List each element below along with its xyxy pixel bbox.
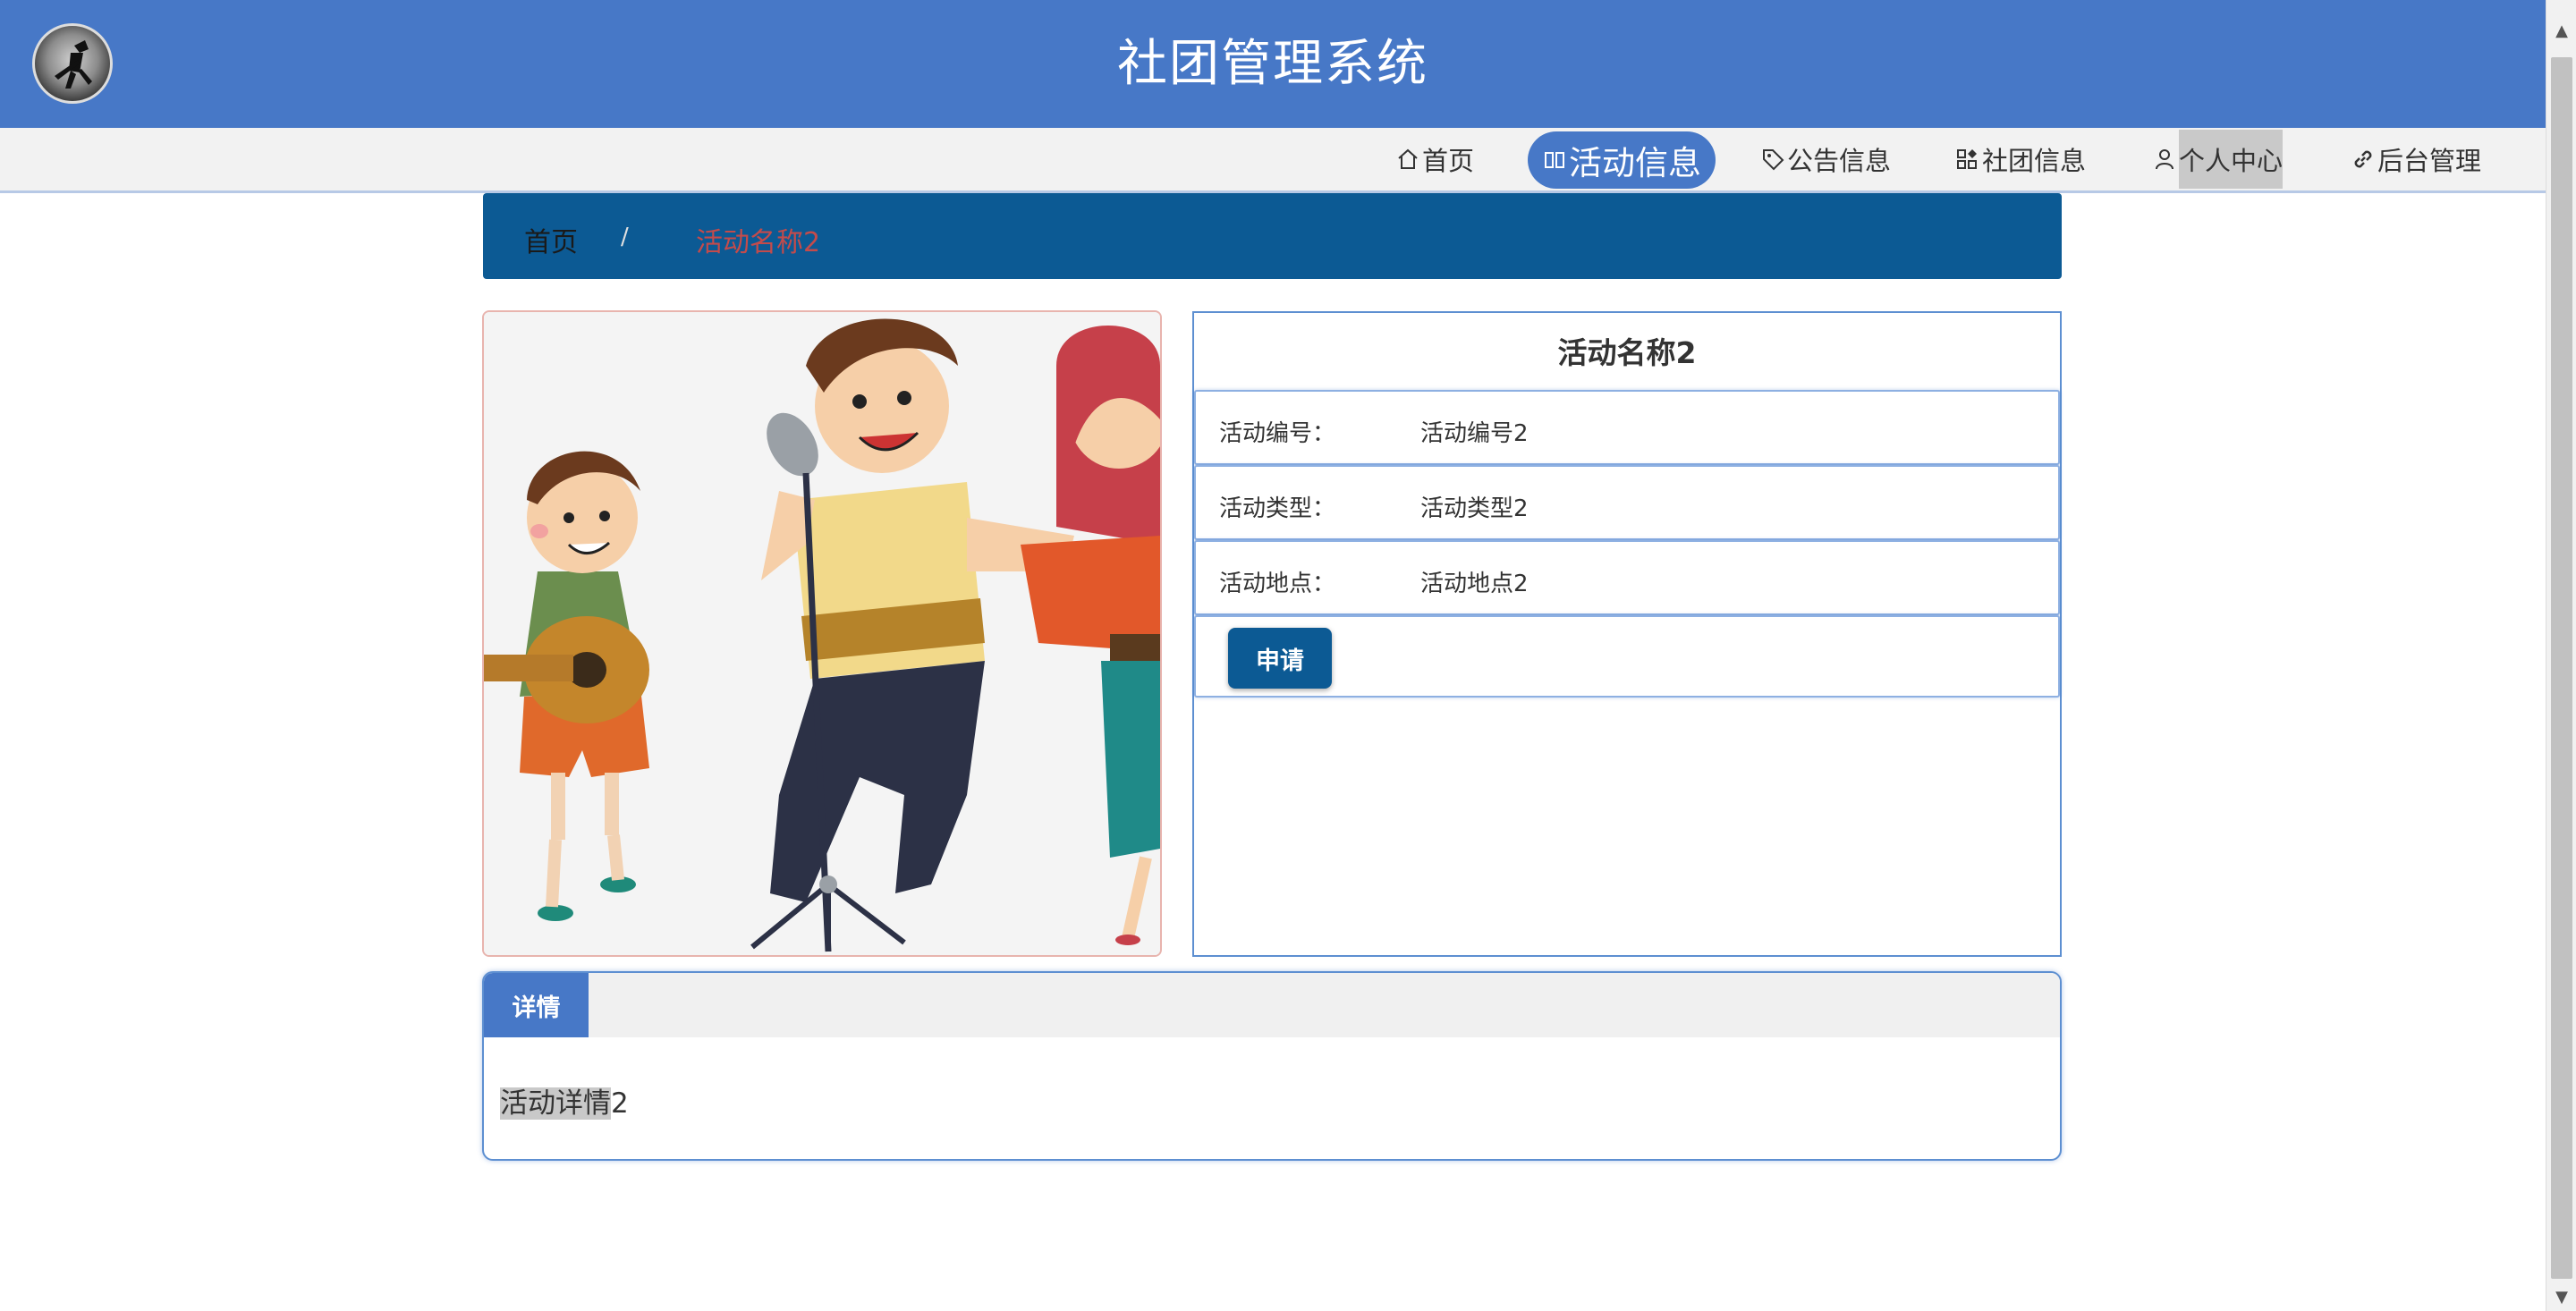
nav-item-profile[interactable]: 个人中心 (2152, 130, 2284, 189)
breadcrumb-separator: / (621, 224, 629, 250)
details-tabbar: 详情 (484, 973, 2060, 1037)
columns-icon (1545, 152, 1564, 168)
site-title: 社团管理系统 (1117, 35, 1428, 93)
breadcrumb: 首页 / 活动名称2 (483, 193, 2062, 279)
user-icon (2156, 149, 2174, 170)
details-panel: 详情 活动详情2 (482, 971, 2062, 1161)
nav-item-home[interactable]: 首页 (1395, 131, 1474, 188)
scroll-thumb[interactable] (2551, 57, 2572, 1279)
details-content: 活动详情2 (500, 1080, 629, 1121)
tag-icon (1763, 149, 1784, 171)
nav-label: 公告信息 (1787, 146, 1892, 176)
info-row-location: 活动地点： 活动地点2 (1194, 540, 2060, 615)
breadcrumb-current: 活动名称2 (696, 227, 821, 258)
page-scrollbar[interactable]: ▲ ▼ (2546, 0, 2576, 1311)
scroll-up-icon[interactable]: ▲ (2546, 18, 2576, 45)
nav-label: 个人中心 (2179, 130, 2284, 189)
info-label: 活动地点： (1219, 571, 1336, 597)
info-value: 活动类型2 (1420, 495, 1529, 522)
details-text-rest: 2 (611, 1087, 629, 1120)
link-icon (2354, 150, 2372, 168)
nav-label: 社团信息 (1982, 146, 2087, 176)
activity-info-panel: 活动名称2 活动编号： 活动编号2 活动类型： 活动类型2 活动地点： 活动地点… (1192, 311, 2062, 957)
info-value: 活动编号2 (1420, 420, 1529, 447)
apply-button[interactable]: 申请 (1228, 628, 1332, 689)
info-row-actions: 申请 (1194, 615, 2060, 698)
nav-item-activities[interactable]: 活动信息 (1528, 131, 1716, 189)
nav-item-clubs[interactable]: 社团信息 (1955, 131, 2086, 188)
nav-label: 首页 (1422, 146, 1475, 176)
band-illustration (484, 312, 1160, 955)
nav-label: 活动信息 (1569, 144, 1701, 182)
activity-image (482, 310, 1162, 957)
details-text-highlight: 活动详情 (500, 1087, 611, 1120)
grid-icon (1957, 149, 1977, 169)
scroll-down-icon[interactable]: ▼ (2546, 1284, 2576, 1311)
info-row-type: 活动类型： 活动类型2 (1194, 465, 2060, 540)
info-label: 活动类型： (1219, 495, 1336, 522)
nav-item-admin[interactable]: 后台管理 (2351, 131, 2481, 188)
nav-label: 后台管理 (2377, 146, 2482, 176)
breadcrumb-home-link[interactable]: 首页 (524, 220, 578, 259)
info-row-number: 活动编号： 活动编号2 (1194, 390, 2060, 465)
info-value: 活动地点2 (1420, 571, 1529, 597)
activity-title: 活动名称2 (1557, 335, 1697, 370)
tab-details[interactable]: 详情 (484, 973, 589, 1037)
home-icon (1398, 148, 1418, 169)
info-label: 活动编号： (1219, 420, 1336, 447)
main-nav: 首页 活动信息 公告信息 社团信息 个人中心 后台管理 (0, 128, 2546, 193)
top-header: 社团管理系统 (0, 0, 2546, 128)
nav-item-announcements[interactable]: 公告信息 (1760, 131, 1891, 188)
